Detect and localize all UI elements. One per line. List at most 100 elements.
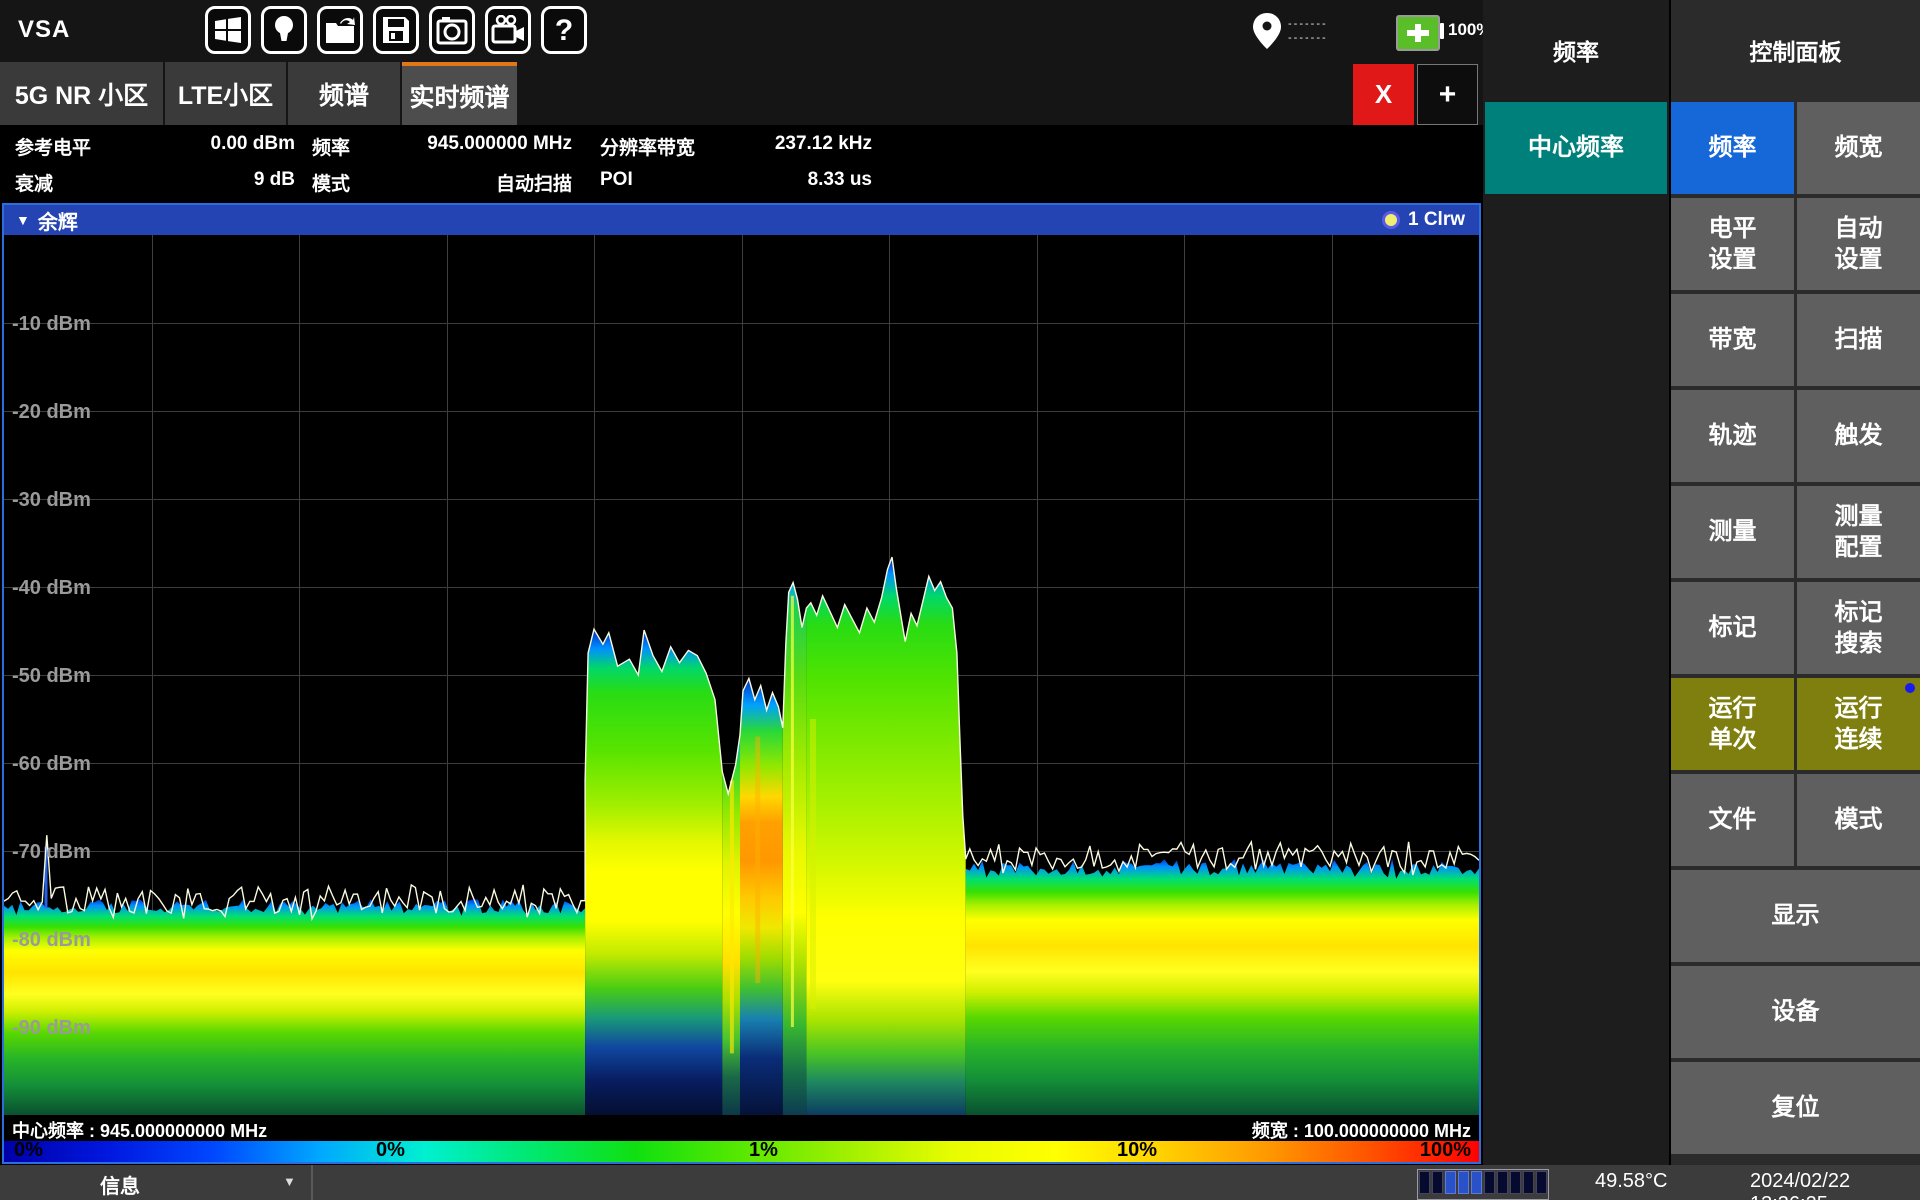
tab-3[interactable]: 频谱 <box>288 62 400 125</box>
meter-segment <box>1536 1171 1547 1194</box>
bulb-icon[interactable] <box>261 6 307 54</box>
folder-open-icon[interactable] <box>317 6 363 54</box>
frequency-submenu-column: 频率 中心频率 <box>1483 0 1669 1165</box>
panel-button-8[interactable]: 触发 <box>1797 390 1920 482</box>
spectrum-title: 余辉 <box>38 206 78 235</box>
chevron-down-icon: ▼ <box>283 1174 296 1189</box>
y-axis-tick-label: -20 dBm <box>12 401 91 423</box>
y-axis-tick-label: -70 dBm <box>12 841 91 863</box>
setting-value[interactable]: 237.12 kHz <box>0 133 872 155</box>
info-dropdown[interactable]: 信息 ▼ <box>0 1165 313 1200</box>
battery-terminal <box>1440 23 1444 39</box>
trace-badge[interactable]: 1 Clrw <box>1382 205 1465 235</box>
density-region-noise <box>966 859 1479 1115</box>
camera-icon[interactable] <box>429 6 475 54</box>
meter-segment <box>1510 1171 1521 1194</box>
density-streak <box>810 719 816 1009</box>
panel-button-16[interactable]: 模式 <box>1797 774 1920 866</box>
vsa-app-window: VSA ? ------- ------- 100% X + 5G NR 小区L… <box>0 0 1920 1200</box>
spectrum-footer: 中心频率 : 945.000000000 MHz 频宽 : 100.000000… <box>4 1115 1479 1141</box>
help-icon[interactable]: ? <box>541 6 587 54</box>
y-axis-tick-label: -90 dBm <box>12 1017 91 1039</box>
meter-segment <box>1445 1171 1456 1194</box>
density-streak <box>791 596 794 1027</box>
settings-strip: 参考电平0.00 dBm频率945.000000 MHz分辨率带宽237.12 … <box>0 125 1483 203</box>
tab-2[interactable]: LTE小区 <box>165 62 286 125</box>
tab-1[interactable]: 5G NR 小区 <box>0 62 163 125</box>
panel-button-13[interactable]: 运行 单次 <box>1671 678 1794 770</box>
y-axis-tick-label: -10 dBm <box>12 313 91 335</box>
y-axis-tick-label: -50 dBm <box>12 665 91 687</box>
control-panel-header: 控制面板 <box>1671 0 1920 100</box>
panel-wide-button-2[interactable]: 设备 <box>1671 966 1920 1058</box>
panel-button-7[interactable]: 轨迹 <box>1671 390 1794 482</box>
spectrum-plot[interactable]: -10 dBm -20 dBm -30 dBm -40 dBm -50 dBm -60 d… <box>4 235 1479 1115</box>
density-region-noise <box>4 899 585 1115</box>
density-region-mid <box>740 679 783 1116</box>
control-panel-column: 控制面板 频率频宽电平 设置自动 设置带宽扫描轨迹触发测量测量 配置标记标记 搜… <box>1671 0 1920 1165</box>
info-label: 信息 <box>100 1170 140 1199</box>
colorbar-label: 1% <box>749 1139 778 1162</box>
datetime-readout: 2024/02/22 13:36:25 <box>1750 1170 1920 1200</box>
panel-button-2[interactable]: 频宽 <box>1797 102 1920 194</box>
tab-close-button[interactable]: X <box>1353 64 1414 125</box>
density-region-burstc <box>806 557 965 1115</box>
save-icon[interactable] <box>373 6 419 54</box>
colorbar-label: 10% <box>1117 1139 1157 1162</box>
panel-button-4[interactable]: 自动 设置 <box>1797 198 1920 290</box>
meter-segment <box>1484 1171 1495 1194</box>
panel-button-10[interactable]: 测量 配置 <box>1797 486 1920 578</box>
colorbar-label: 100% <box>1420 1139 1471 1162</box>
panel-button-3[interactable]: 电平 设置 <box>1671 198 1794 290</box>
colorbar-label: 0% <box>14 1139 43 1162</box>
battery-icon <box>1396 15 1440 51</box>
panel-wide-button-1[interactable]: 显示 <box>1671 870 1920 962</box>
signal-level-meter <box>1417 1169 1549 1200</box>
meter-segment <box>1458 1171 1469 1194</box>
gps-status: ------- ------- <box>1252 12 1328 50</box>
toolbar: ? <box>205 6 587 54</box>
meter-segment <box>1419 1171 1430 1194</box>
temperature-readout: 49.58°C <box>1595 1170 1668 1193</box>
spectrum-title-bar[interactable]: ▼ 余辉 1 Clrw <box>4 205 1479 235</box>
density-colorbar: 0% 0% 1% 10% 100% <box>4 1141 1479 1162</box>
persistence-spectrum-window: ▼ 余辉 1 Clrw -10 dBm -20 dBm -30 dBm -40 dBm… <box>2 203 1481 1164</box>
y-axis-tick-label: -40 dBm <box>12 577 91 599</box>
panel-wide-button-3[interactable]: 复位 <box>1671 1062 1920 1154</box>
app-logo: VSA <box>18 16 70 44</box>
windows-icon[interactable] <box>205 6 251 54</box>
density-streak <box>730 781 734 1054</box>
panel-button-1[interactable]: 频率 <box>1671 102 1794 194</box>
active-indicator-dot <box>1905 683 1915 693</box>
meter-segment <box>1497 1171 1508 1194</box>
top-bar: VSA ? ------- ------- 100% <box>0 0 1483 62</box>
gps-coordinates-placeholder: ------- ------- <box>1288 19 1328 43</box>
tab-bar: X + 5G NR 小区LTE小区频谱实时频谱 <box>0 62 1483 125</box>
y-axis-tick-label: -60 dBm <box>12 753 91 775</box>
video-record-icon[interactable] <box>485 6 531 54</box>
svg-text:?: ? <box>555 14 573 46</box>
panel-button-14[interactable]: 运行 连续 <box>1797 678 1920 770</box>
panel-button-9[interactable]: 测量 <box>1671 486 1794 578</box>
submenu-button-1[interactable]: 中心频率 <box>1485 102 1667 194</box>
panel-button-5[interactable]: 带宽 <box>1671 294 1794 386</box>
tab-add-button[interactable]: + <box>1417 64 1478 125</box>
trace-label: 1 Clrw <box>1408 209 1465 231</box>
status-bar: 信息 ▼ 49.58°C 2024/02/22 13:36:25 <box>0 1165 1920 1200</box>
density-region-spike <box>783 583 807 1115</box>
setting-value[interactable]: 8.33 us <box>0 169 872 191</box>
panel-button-6[interactable]: 扫描 <box>1797 294 1920 386</box>
panel-button-15[interactable]: 文件 <box>1671 774 1794 866</box>
collapse-arrow-icon[interactable]: ▼ <box>16 212 30 228</box>
submenu-header: 频率 <box>1483 0 1669 100</box>
tab-4[interactable]: 实时频谱 <box>402 62 517 125</box>
panel-button-11[interactable]: 标记 <box>1671 582 1794 674</box>
center-frequency-readout: 中心频率 : 945.000000000 MHz <box>12 1117 267 1143</box>
density-region-burst <box>585 629 722 1115</box>
colorbar-label: 0% <box>376 1139 405 1162</box>
meter-segment <box>1523 1171 1534 1194</box>
panel-button-12[interactable]: 标记 搜索 <box>1797 582 1920 674</box>
trace-color-dot-icon <box>1382 211 1400 229</box>
y-axis-tick-label: -30 dBm <box>12 489 91 511</box>
location-pin-icon <box>1252 12 1282 50</box>
